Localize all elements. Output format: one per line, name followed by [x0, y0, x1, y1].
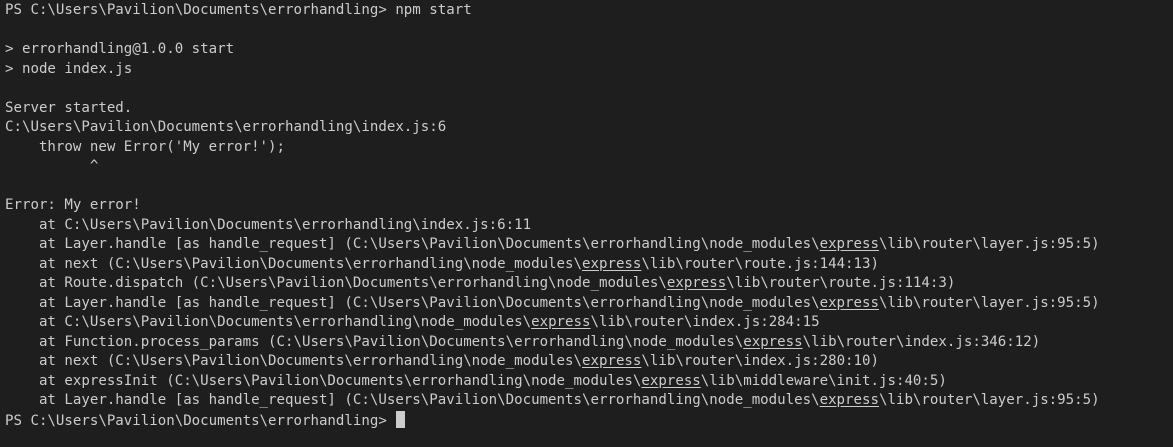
stack-trace-text: at expressInit (C:\Users\Pavilion\Docume…	[5, 372, 642, 389]
command-line: PS C:\Users\Pavilion\Documents\errorhand…	[5, 2, 472, 18]
stack-trace-line: at expressInit (C:\Users\Pavilion\Docume…	[5, 372, 1171, 392]
stack-trace-text: at next (C:\Users\Pavilion\Documents\err…	[5, 353, 582, 369]
module-link[interactable]: express	[667, 275, 726, 291]
module-link[interactable]: express	[582, 353, 641, 369]
terminal-cursor	[396, 410, 406, 428]
stack-trace-line: at next (C:\Users\Pavilion\Documents\err…	[5, 255, 1171, 275]
stack-trace-text: at Layer.handle [as handle_request] (C:\…	[5, 392, 820, 408]
stack-trace-line: at Layer.handle [as handle_request] (C:\…	[5, 391, 1171, 411]
module-link[interactable]: express	[820, 295, 879, 311]
stack-trace-text: at next (C:\Users\Pavilion\Documents\err…	[5, 255, 582, 272]
module-link[interactable]: express	[641, 373, 700, 389]
module-link[interactable]: express	[820, 236, 879, 252]
module-link[interactable]: express	[582, 256, 641, 272]
stack-trace-text: \lib\router\route.js:114:3)	[726, 275, 956, 291]
stack-trace-text: at Function.process_params (C:\Users\Pav…	[5, 333, 744, 350]
error-source-code: throw new Error('My error!');	[5, 138, 286, 155]
prompt-text: PS C:\Users\Pavilion\Documents\errorhand…	[5, 412, 396, 429]
stack-trace-line: at next (C:\Users\Pavilion\Documents\err…	[5, 352, 1171, 372]
error-source-location: C:\Users\Pavilion\Documents\errorhandlin…	[5, 119, 447, 135]
stack-trace-text: \lib\router\index.js:280:10)	[641, 353, 879, 369]
module-link[interactable]: express	[531, 314, 590, 330]
stack-trace-text: \lib\router\layer.js:95:5)	[878, 294, 1100, 311]
npm-script-line: > errorhandling@1.0.0 start	[5, 41, 235, 57]
stack-trace-text: at C:\Users\Pavilion\Documents\errorhand…	[5, 314, 532, 330]
stack-trace-text: \lib\router\index.js:284:15	[590, 314, 820, 330]
stack-trace-line: at C:\Users\Pavilion\Documents\errorhand…	[5, 313, 1171, 333]
prompt-line[interactable]: PS C:\Users\Pavilion\Documents\errorhand…	[5, 410, 1171, 431]
node-command-line: > node index.js	[5, 60, 133, 77]
stack-trace-text: \lib\router\index.js:346:12)	[802, 333, 1041, 350]
stack-trace-text: at Layer.handle [as handle_request] (C:\…	[5, 236, 820, 252]
stack-trace-text: \lib\router\layer.js:95:5)	[878, 392, 1100, 408]
error-message: Error: My error!	[5, 197, 141, 213]
stack-trace-text: at Route.dispatch (C:\Users\Pavilion\Doc…	[5, 275, 667, 291]
stack-trace-line: at Route.dispatch (C:\Users\Pavilion\Doc…	[5, 274, 1171, 294]
stack-trace-line: at Layer.handle [as handle_request] (C:\…	[5, 294, 1171, 314]
error-caret: ^	[5, 158, 99, 174]
stack-trace-text: \lib\router\route.js:144:13)	[641, 255, 879, 272]
stack-trace-text: at Layer.handle [as handle_request] (C:\…	[5, 294, 820, 311]
stack-trace-text: \lib\middleware\init.js:40:5)	[700, 372, 947, 389]
module-link[interactable]: express	[820, 392, 879, 408]
server-started-text: Server started.	[5, 99, 133, 116]
stack-trace-line: at Layer.handle [as handle_request] (C:\…	[5, 235, 1171, 255]
module-link[interactable]: express	[743, 334, 802, 350]
stack-trace-line: at C:\Users\Pavilion\Documents\errorhand…	[5, 216, 532, 233]
stack-trace-line: at Function.process_params (C:\Users\Pav…	[5, 333, 1171, 353]
terminal-output[interactable]: PS C:\Users\Pavilion\Documents\errorhand…	[5, 0, 1171, 447]
stack-trace-text: \lib\router\layer.js:95:5)	[878, 236, 1100, 252]
